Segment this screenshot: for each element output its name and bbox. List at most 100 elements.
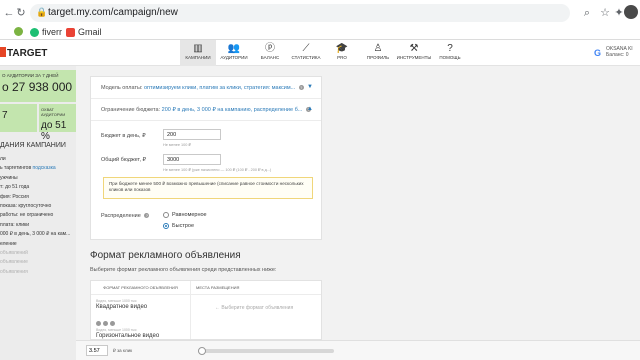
badge-icon [103,321,108,326]
globe-icon [14,27,23,36]
sidebar-setting-text: 000 ₽ в день, 3 000 ₽ на кам... [0,231,71,238]
help-icon[interactable]: ? [298,85,304,90]
nav-balance[interactable]: ⓟ БАЛАНС [252,40,288,66]
sidebar-setting-line: объявлений [0,250,76,259]
bookmark-star-icon[interactable]: ☆ [598,6,612,20]
google-icon: G [594,48,602,58]
help-icon[interactable]: ? [144,213,150,218]
stat-value: 7 [2,110,8,121]
nav-label: БАЛАНС [260,55,280,60]
budget-limit-row[interactable]: Ограничение бюджета: 200 ₽ в день, 3 000… [91,99,321,121]
total-budget-input[interactable] [163,154,221,165]
sidebar-setting-text: еление [0,240,17,247]
pro-icon: 🎓 [335,43,349,54]
sidebar-setting-line: объявление [0,259,76,268]
nav-label: СТАТИСТИКА [291,55,321,60]
sidebar-setting-line[interactable]: еление [0,241,76,250]
sidebar-setting-text: плата: клики [0,221,30,228]
format-column: ФОРМАТ РЕКЛАМНОГО ОБЪЯВЛЕНИЯ Видео, мень… [91,281,191,339]
sidebar-setting-text: работы: не ограничено [0,212,54,219]
address-bar[interactable]: 🔒 target.my.com/campaign/new [30,4,570,22]
distribution-label: Распределение [101,213,141,219]
ad-format-subtitle: Выберите формат рекламного объявления ср… [90,267,277,273]
stat-row: 7 ОХВАТ АУДИТОРИИ до 51 % [0,104,76,142]
sidebar-setting-line[interactable]: 000 ₽ в день, 3 000 ₽ на кам... [0,231,76,240]
format-badges [96,321,115,326]
bookmark-gmail[interactable]: Gmail [66,27,102,37]
radio-button-selected[interactable] [163,223,169,229]
nav-audiences[interactable]: 👥 АУДИТОРИИ [216,40,252,66]
nav-label: АУДИТОРИИ [220,55,248,60]
payment-model-row[interactable]: Модель оплаты: оптимизируем клики, плати… [91,77,321,99]
logo-mark-icon [0,47,6,57]
nav-label: ПОМОЩЬ [439,55,461,60]
format-horizontal-video[interactable]: Видео, меньше 1000 тыс Горизонтальное ви… [96,328,159,339]
sidebar-setting-link[interactable]: подсказка [33,165,56,171]
profile-avatar[interactable] [624,5,638,19]
radio-button[interactable] [163,212,169,218]
bookmark-label: Gmail [78,27,102,37]
lock-icon: 🔒 [36,7,48,17]
sidebar-setting-line[interactable]: ь таргетингов подсказка [0,165,76,174]
daily-budget-input[interactable] [163,129,221,140]
sidebar-setting-line[interactable]: плата: клики [0,222,76,231]
payment-model-label: Модель оплаты: [101,85,143,91]
sidebar-setting-text: ужчины [0,174,18,181]
audiences-icon: 👥 [227,43,241,54]
sidebar-setting-line[interactable]: показа: круглосуточно [0,203,76,212]
profile-icon: ♙ [373,43,383,54]
audience-stat: О АУДИТОРИИ ЗА 7 ДНЕЙ о 27 938 000 [0,70,76,102]
chevron-down-icon[interactable]: ▼ [307,84,313,90]
sidebar-setting-line[interactable]: т: до 51 года [0,184,76,193]
sidebar-setting-text: ь таргетингов [0,165,33,172]
placements-placeholder: ← Выберите формат объявления [215,305,294,311]
nav-help[interactable]: ? ПОМОЩЬ [432,40,468,66]
sidebar-setting-line[interactable]: фия: Россия [0,194,76,203]
format-note: Видео, меньше 1000 тыс [96,328,137,332]
daily-budget-hint: Не менее 100 ₽ [163,143,191,147]
bookmark-fiverr[interactable]: fiverr [30,27,62,37]
format-note: Видео, меньше 1000 тыс [96,299,137,303]
logo[interactable]: TARGET [0,47,47,59]
budget-limit-value[interactable]: 200 ₽ в день, 3 000 ₽ на кампанию, распр… [162,107,303,113]
bookmark-label: fiverr [42,27,62,37]
zoom-icon[interactable]: ⌕ [580,6,594,20]
budget-limit-label: Ограничение бюджета: [101,107,161,113]
reach-stat: ОХВАТ АУДИТОРИИ до 51 % [39,104,76,142]
format-square-video[interactable]: Видео, меньше 1000 тыс Квадратное видео [96,299,147,310]
audience-stat-label: О АУДИТОРИИ ЗА 7 ДНЕЙ [2,73,59,78]
distribution-fast-option[interactable]: Быстрое [163,223,194,229]
nav-statistics[interactable]: ⟋ СТАТИСТИКА [288,40,324,66]
sidebar-setting-line[interactable]: ужчины [0,175,76,184]
account-info[interactable]: OKSANA KI Баланс: 0 [606,46,633,58]
chevron-up-icon[interactable]: ▲ [307,106,313,112]
sidebar-setting-line[interactable]: ли [0,156,76,165]
main-nav: ▥ КАМПАНИИ 👥 АУДИТОРИИ ⓟ БАЛАНС ⟋ СТАТИСТИКА… [180,40,468,66]
bid-input[interactable] [86,345,108,356]
ad-format-table: ФОРМАТ РЕКЛАМНОГО ОБЪЯВЛЕНИЯ Видео, мень… [90,280,322,340]
bid-slider-thumb[interactable] [198,347,207,355]
reload-icon[interactable]: ↻ [14,6,28,20]
nav-profile[interactable]: ♙ ПРОФИЛЬ [360,40,396,66]
payment-model-value[interactable]: оптимизируем клики, платим за клики, стр… [144,85,295,91]
payment-model-text: Модель оплаты: оптимизируем клики, плати… [101,85,304,91]
sidebar-setting-text: ли [0,156,6,162]
bid-slider[interactable] [198,347,334,355]
sidebar-setting-line[interactable]: работы: не ограничено [0,212,76,221]
bookmarks-bar: fiverr Gmail [0,26,640,40]
nav-tools[interactable]: ⚒ ИНСТРУМЕНТЫ [396,40,432,66]
format-label: Квадратное видео [96,304,148,310]
help-icon: ? [447,43,453,54]
nav-label: ПРОФИЛЬ [366,55,390,60]
gmail-icon [66,27,75,37]
distribution-even-option[interactable]: Равномерное [163,212,207,218]
url-text: target.my.com/campaign/new [48,7,178,18]
bookmark-globe[interactable] [14,27,23,36]
nav-pro[interactable]: 🎓 PRO [324,40,360,66]
nav-campaigns[interactable]: ▥ КАМПАНИИ [180,40,216,66]
fiverr-icon [30,27,39,37]
placements-column: МЕСТА РАЗМЕЩЕНИЯ ← Выберите формат объяв… [191,281,321,339]
app-header: TARGET ▥ КАМПАНИИ 👥 АУДИТОРИИ ⓟ БАЛАНС ⟋ СТА… [0,40,640,66]
browser-chrome: ← ↻ 🔒 target.my.com/campaign/new ⌕ ☆ ✦ f… [0,0,640,40]
distribution-label-wrap: Распределение ? [101,213,150,219]
